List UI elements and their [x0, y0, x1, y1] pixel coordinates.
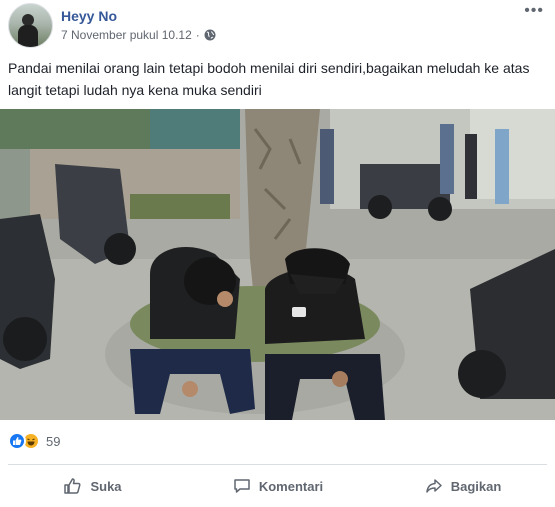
reaction-count: 59 — [46, 433, 61, 449]
globe-icon[interactable] — [204, 29, 216, 41]
post-meta: 7 November pukul 10.12 · — [61, 28, 216, 42]
post-text: Pandai menilai orang lain tetapi bodoh m… — [8, 60, 530, 98]
thumbs-up-icon — [64, 478, 81, 494]
share-button-label: Bagikan — [450, 478, 502, 494]
post-header: Heyy No 7 November pukul 10.12 · ••• — [8, 3, 548, 49]
like-button-label: Suka — [90, 478, 122, 494]
share-icon — [425, 479, 442, 493]
reaction-summary[interactable]: 59 — [8, 432, 60, 450]
post-photo[interactable] — [0, 109, 555, 420]
post-timestamp[interactable]: 7 November pukul 10.12 — [61, 28, 192, 42]
comment-button[interactable]: Komentari — [185, 466, 370, 506]
action-divider — [8, 464, 547, 465]
comment-button-label: Komentari — [258, 478, 324, 494]
share-button[interactable]: Bagikan — [370, 466, 555, 506]
comment-icon — [234, 479, 250, 493]
author-avatar[interactable] — [8, 3, 53, 48]
author-name[interactable]: Heyy No — [61, 8, 117, 24]
like-reaction-icon — [8, 432, 26, 450]
avatar-figure-body — [18, 25, 38, 47]
like-button[interactable]: Suka — [0, 466, 185, 506]
more-options-icon[interactable]: ••• — [524, 3, 544, 19]
photo-scene — [0, 109, 555, 420]
post-actions: Suka Komentari Bagikan — [0, 466, 555, 506]
meta-separator: · — [195, 28, 200, 42]
